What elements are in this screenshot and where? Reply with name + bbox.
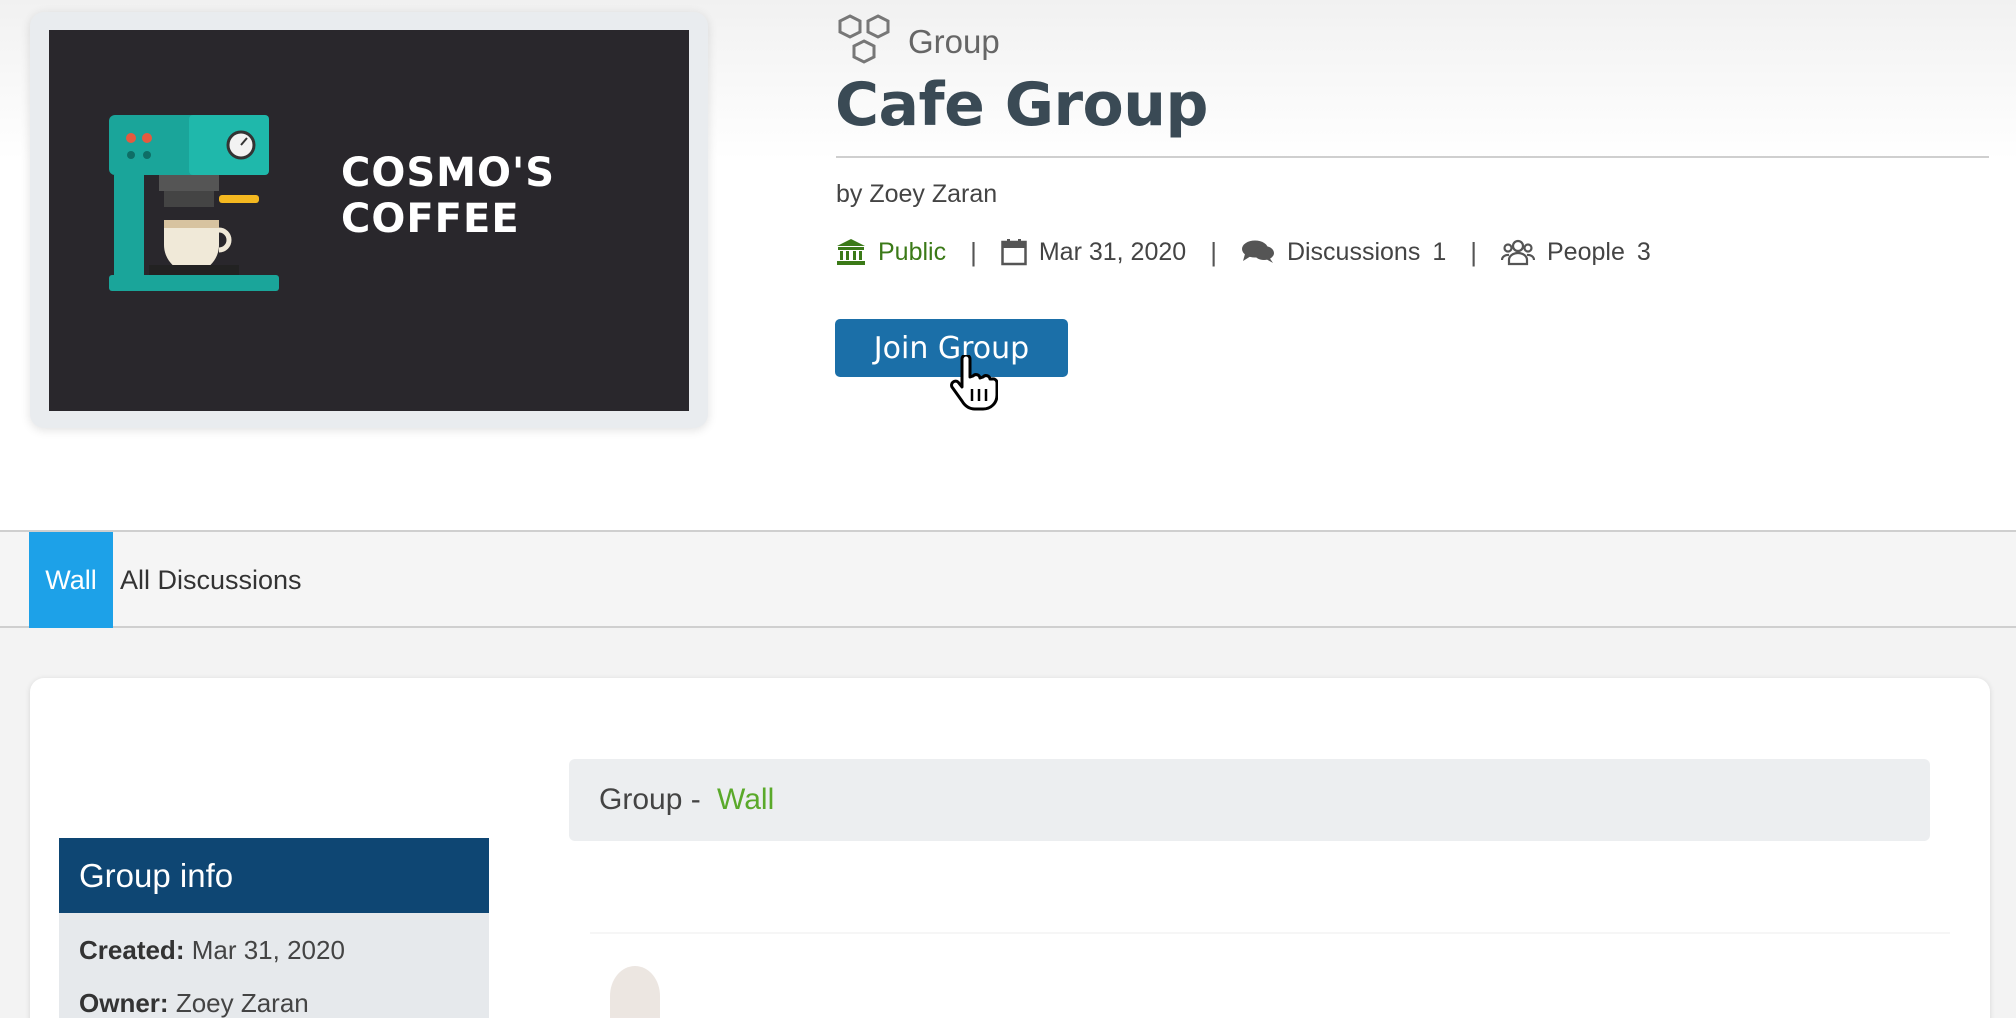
group-info-owner: Owner: Zoey Zaran [59,988,489,1018]
people-number: 3 [1636,237,1651,266]
tab-wall[interactable]: Wall [29,532,113,628]
group-info-heading: Group info [59,838,489,913]
owner-value[interactable]: Zoey Zaran [176,988,309,1018]
group-logo-card: COSMO'S COFFEE [30,12,708,428]
logo-line-1: COSMO'S [341,150,556,196]
owner-label: Owner: [79,988,169,1018]
group-tabs: Wall All Discussions [0,530,2016,628]
bank-icon [837,239,865,265]
group-byline: by Zoey Zaran [836,180,998,208]
discussions-label: Discussions [1286,237,1421,266]
tab-all-discussions[interactable]: All Discussions [120,532,302,628]
page-title: Cafe Group [835,70,1208,140]
title-divider [836,156,1989,158]
feed-divider [590,932,1950,934]
wall-heading-prefix: Group - [599,783,710,816]
meta-separator: | [1210,236,1217,267]
people-icon [1501,239,1535,266]
visibility-badge: Public [836,238,946,267]
group-info-created: Created: Mar 31, 2020 [59,935,489,966]
page-kicker: Group [836,12,1000,72]
group-info-panel: Group info Created: Mar 31, 2020 Owner: … [59,838,489,1018]
date-label: Mar 31, 2020 [1038,237,1187,266]
calendar-icon [1001,239,1027,266]
group-meta: Public | Mar 31, 2020 | Discussions 1 | [836,232,1651,272]
visibility-label: Public [878,237,947,266]
people-label: People [1547,237,1625,266]
kicker-label: Group [908,23,1000,60]
created-value: Mar 31, 2020 [191,935,345,965]
logo-wordmark: COSMO'S COFFEE [341,150,555,242]
created-date: Mar 31, 2020 [1001,238,1186,267]
wall-feed-loading [590,932,1950,1018]
people-count: People 3 [1501,238,1651,267]
group-logo-image: COSMO'S COFFEE [49,30,689,411]
wall-heading-highlight: Wall [717,783,775,816]
created-label: Created: [79,935,185,965]
hexagon-cluster-icon [838,14,890,64]
meta-separator: | [1470,236,1477,267]
wall-heading: Group - Wall [569,759,1930,841]
discussions-number: 1 [1432,237,1447,266]
meta-separator: | [970,236,977,267]
logo-line-2: COFFEE [341,196,520,242]
espresso-machine-icon [109,115,279,291]
hand-pointer-icon [950,355,998,411]
discussions-count: Discussions 1 [1241,238,1446,267]
avatar [610,966,660,1018]
chat-bubbles-icon [1241,240,1274,263]
